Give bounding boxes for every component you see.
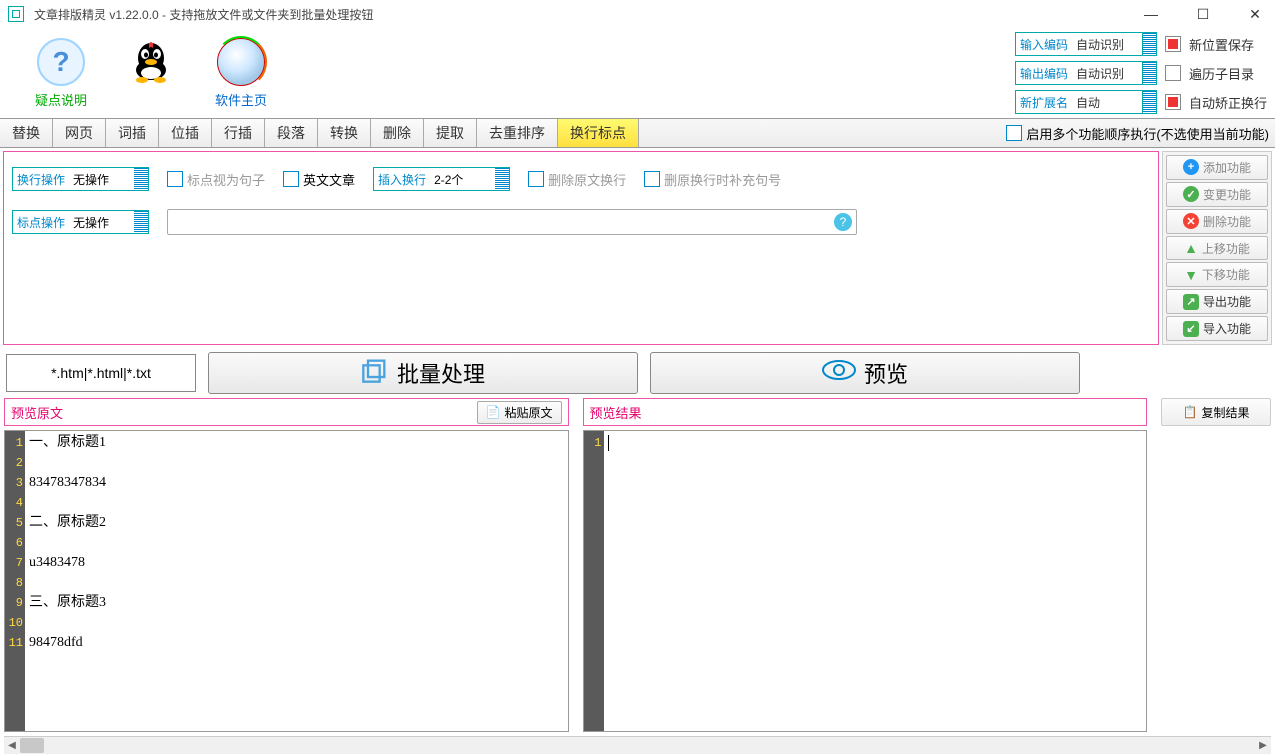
minimize-button[interactable]: — (1139, 2, 1163, 26)
add-function-button[interactable]: +添加功能 (1166, 155, 1268, 180)
output-encoding-select[interactable]: 输出编码自动识别 (1015, 61, 1157, 85)
tab-5[interactable]: 段落 (265, 119, 318, 147)
file-extension-input[interactable]: *.htm|*.html|*.txt (6, 354, 196, 392)
top-toolbar: ? 疑点说明 软件主页 输入编码自动识别 新位置保存 输出编码自动识别 遍历子目… (0, 28, 1275, 118)
app-logo-icon (8, 6, 24, 22)
help-label: 疑点说明 (35, 90, 87, 109)
source-header: 预览原文 📄粘贴原文 (4, 398, 569, 426)
tab-3[interactable]: 位插 (159, 119, 212, 147)
home-button[interactable]: 软件主页 (215, 38, 267, 109)
qq-icon (127, 38, 175, 86)
export-function-button[interactable]: ↗导出功能 (1166, 289, 1268, 314)
recurse-checkbox[interactable] (1165, 65, 1181, 81)
scroll-thumb[interactable] (20, 738, 44, 753)
input-encoding-select[interactable]: 输入编码自动识别 (1015, 32, 1157, 56)
tab-6[interactable]: 转换 (318, 119, 371, 147)
linebreak-op-select[interactable]: 换行操作无操作 (12, 167, 149, 191)
add-period-checkbox[interactable]: 删原换行时补充句号 (644, 170, 781, 189)
copy-result-button[interactable]: 📋复制结果 (1161, 398, 1271, 426)
tab-10[interactable]: 换行标点 (558, 119, 639, 147)
newlocation-label: 新位置保存 (1189, 35, 1254, 54)
tab-8[interactable]: 提取 (424, 119, 477, 147)
tab-2[interactable]: 词插 (106, 119, 159, 147)
paste-source-button[interactable]: 📄粘贴原文 (477, 401, 562, 424)
enable-multi-function-checkbox[interactable]: 启用多个功能顺序执行(不选使用当前功能) (1000, 119, 1275, 147)
punctuation-op-select[interactable]: 标点操作无操作 (12, 210, 149, 234)
result-header: 预览结果 (583, 398, 1148, 426)
extension-select[interactable]: 新扩展名自动 (1015, 90, 1157, 114)
result-editor[interactable]: 1 (583, 430, 1148, 732)
import-function-button[interactable]: ↙导入功能 (1166, 316, 1268, 341)
question-icon: ? (37, 38, 85, 86)
chevron-down-icon (134, 168, 148, 190)
punct-sentence-checkbox[interactable]: 标点视为句子 (167, 170, 265, 189)
tab-7[interactable]: 删除 (371, 119, 424, 147)
qq-button[interactable] (127, 38, 175, 109)
close-button[interactable]: ✕ (1243, 2, 1267, 26)
chevron-down-icon (495, 168, 509, 190)
english-article-checkbox[interactable]: 英文文章 (283, 170, 355, 189)
recurse-label: 遍历子目录 (1189, 64, 1254, 83)
line-gutter: 1 (584, 431, 604, 731)
tab-4[interactable]: 行插 (212, 119, 265, 147)
line-gutter: 1234567891011 (5, 431, 25, 731)
insert-linebreak-select[interactable]: 插入换行2-2个 (373, 167, 510, 191)
titlebar: 文章排版精灵 v1.22.0.0 - 支持拖放文件或文件夹到批量处理按钮 — ☐… (0, 0, 1275, 28)
eye-icon (822, 357, 856, 389)
change-function-button[interactable]: ✓变更功能 (1166, 182, 1268, 207)
chevron-down-icon (1142, 62, 1156, 84)
chevron-down-icon (1142, 91, 1156, 113)
tab-9[interactable]: 去重排序 (477, 119, 558, 147)
text-input[interactable]: ? (167, 209, 857, 235)
preview-button[interactable]: 预览 (650, 352, 1080, 394)
paste-icon: 📄 (486, 405, 501, 419)
source-editor[interactable]: 1234567891011 一、原标题1 83478347834 二、原标题2 … (4, 430, 569, 732)
tab-0[interactable]: 替换 (0, 119, 53, 147)
autofix-label: 自动矫正换行 (1189, 93, 1267, 112)
horizontal-scrollbar[interactable]: ◀ ▶ (4, 736, 1271, 754)
globe-icon (217, 38, 265, 86)
delete-function-button[interactable]: ✕删除功能 (1166, 209, 1268, 234)
control-panel: 换行操作无操作 标点视为句子 英文文章 插入换行2-2个 删除原文换行 删原换行… (3, 151, 1159, 345)
delete-original-lb-checkbox[interactable]: 删除原文换行 (528, 170, 626, 189)
window-title: 文章排版精灵 v1.22.0.0 - 支持拖放文件或文件夹到批量处理按钮 (34, 6, 1139, 23)
result-content[interactable] (604, 431, 1147, 731)
copy-icon: 📋 (1183, 405, 1198, 419)
tab-1[interactable]: 网页 (53, 119, 106, 147)
movedown-function-button[interactable]: ▼下移功能 (1166, 262, 1268, 287)
help-icon[interactable]: ? (834, 213, 852, 231)
autofix-checkbox[interactable] (1165, 94, 1181, 110)
chevron-down-icon (1142, 33, 1156, 55)
source-header-label: 预览原文 (11, 403, 63, 422)
home-label: 软件主页 (215, 90, 267, 109)
function-panel: +添加功能 ✓变更功能 ✕删除功能 ▲上移功能 ▼下移功能 ↗导出功能 ↙导入功… (1162, 151, 1272, 345)
scroll-left-icon[interactable]: ◀ (4, 737, 20, 754)
tab-bar: 替换网页词插位插行插段落转换删除提取去重排序换行标点 启用多个功能顺序执行(不选使… (0, 118, 1275, 148)
batch-process-button[interactable]: 批量处理 (208, 352, 638, 394)
scroll-right-icon[interactable]: ▶ (1255, 737, 1271, 754)
stack-icon (361, 356, 389, 390)
newlocation-checkbox[interactable] (1165, 36, 1181, 52)
source-content[interactable]: 一、原标题1 83478347834 二、原标题2 u3483478 三、原标题… (25, 431, 568, 731)
help-button[interactable]: ? 疑点说明 (35, 38, 87, 109)
result-header-label: 预览结果 (590, 403, 642, 422)
moveup-function-button[interactable]: ▲上移功能 (1166, 236, 1268, 261)
maximize-button[interactable]: ☐ (1191, 2, 1215, 26)
chevron-down-icon (134, 211, 148, 233)
